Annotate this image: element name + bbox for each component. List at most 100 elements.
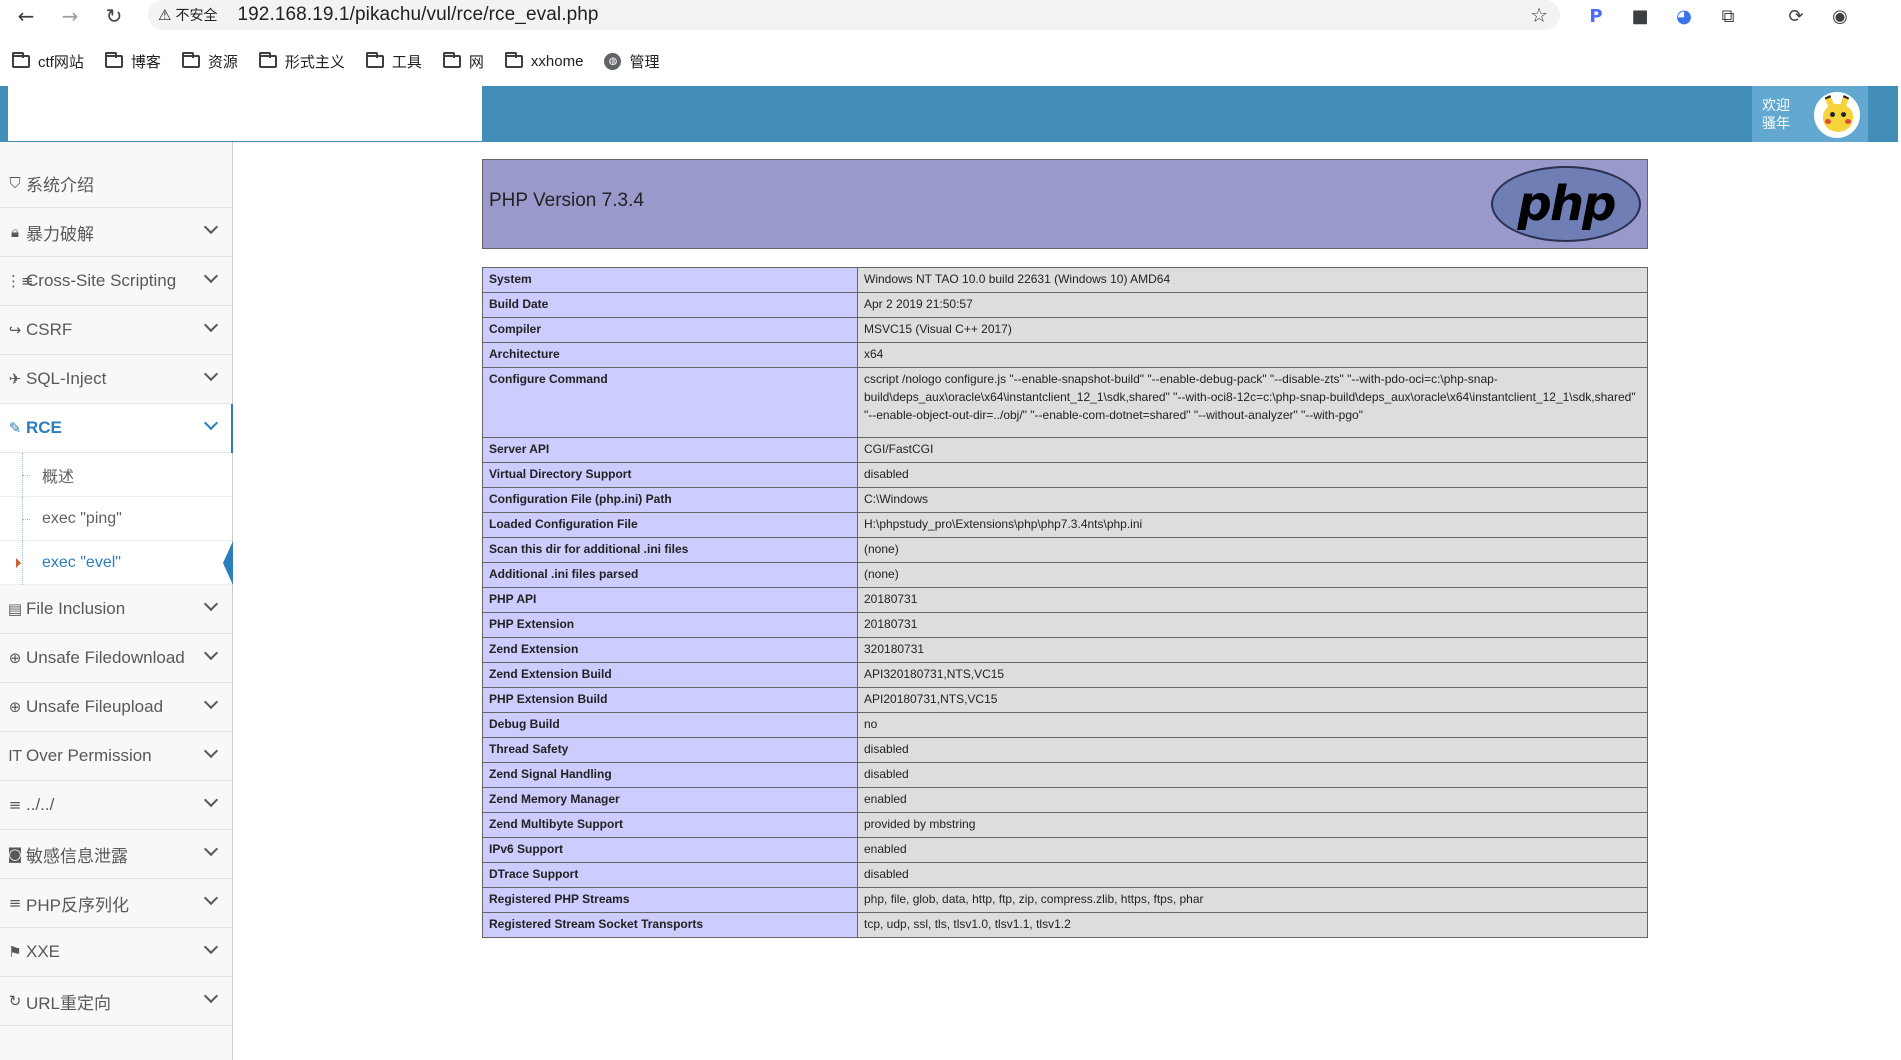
upload-icon: ⊕ xyxy=(8,698,22,716)
extension-game-icon[interactable]: ■ xyxy=(1628,4,1652,28)
table-row: Zend Extension 320180731 xyxy=(482,637,1648,663)
sidebar-item-label: Cross-Site Scripting xyxy=(26,271,177,290)
bookmark-label: 管理 xyxy=(629,53,660,71)
sidebar-item-csrf[interactable]: ↪ CSRF xyxy=(0,306,232,355)
avatar[interactable] xyxy=(1814,92,1860,138)
row-key: Configure Command xyxy=(482,367,858,438)
sidebar-item-filedownload[interactable]: ⊕ Unsafe Filedownload xyxy=(0,634,232,683)
table-row: Virtual Directory Support disabled xyxy=(482,462,1648,488)
share-icon: ↪ xyxy=(8,321,22,339)
bookmark-folder[interactable]: 工具 xyxy=(365,51,422,72)
sidebar-item-label: PHP反序列化 xyxy=(26,895,129,915)
url-text[interactable]: 192.168.19.1/pikachu/vul/rce/rce_eval.ph… xyxy=(237,4,598,26)
chevron-down-icon xyxy=(203,792,219,808)
extension-p-icon[interactable]: P xyxy=(1584,4,1608,28)
row-value: disabled xyxy=(857,862,1648,888)
sidebar-subitem-label: 概述 xyxy=(42,468,75,486)
sidebar-subitem-exec-ping[interactable]: exec "ping" xyxy=(0,497,232,541)
row-key: Server API xyxy=(482,437,858,463)
bookmark-folder[interactable]: 形式主义 xyxy=(258,51,345,72)
sidebar-item-sqli[interactable]: ✈ SQL-Inject xyxy=(0,355,232,404)
row-key: Additional .ini files parsed xyxy=(482,562,858,588)
row-key: PHP API xyxy=(482,587,858,613)
reload-icon[interactable]: ↻ xyxy=(100,2,128,30)
folder-icon xyxy=(504,51,523,68)
address-bar[interactable]: ⚠ 不安全 192.168.19.1/pikachu/vul/rce/rce_e… xyxy=(148,0,1560,30)
table-row: Scan this dir for additional .ini files(… xyxy=(482,537,1648,563)
row-value: H:\phpstudy_pro\Extensions\php\php7.3.4n… xyxy=(857,512,1648,538)
table-row: System Windows NT TAO 10.0 build 22631 (W… xyxy=(482,267,1648,293)
row-key: Architecture xyxy=(482,342,858,368)
row-key: Debug Build xyxy=(482,712,858,738)
sidebar-subitem-overview[interactable]: 概述 xyxy=(0,453,232,497)
sidebar-item-over-permission[interactable]: IT Over Permission xyxy=(0,732,232,781)
bookmark-link[interactable]: ◍ 管理 xyxy=(604,51,659,72)
table-row: Configure Command cscript /nologo configu… xyxy=(482,367,1648,438)
sidebar-item-xss[interactable]: ⋮≡ Cross-Site Scripting xyxy=(0,257,232,306)
chevron-down-icon xyxy=(203,890,219,906)
folder-icon xyxy=(442,51,461,68)
sidebar-subitem-exec-evel[interactable]: exec "evel" xyxy=(0,541,233,585)
sidebar-item-label: 敏感信息泄露 xyxy=(26,846,128,866)
folder-icon xyxy=(365,51,384,68)
table-row: Zend Memory Manager enabled xyxy=(482,787,1648,813)
active-pointer xyxy=(223,541,233,585)
sidebar-item-info-leak[interactable]: ◙ 敏感信息泄露 xyxy=(0,830,232,879)
sidebar-item-bruteforce[interactable]: 🔒︎ 暴力破解 xyxy=(0,208,232,257)
row-key: Build Date xyxy=(482,292,858,318)
chevron-down-icon xyxy=(203,841,219,857)
logo-area xyxy=(8,86,482,141)
bookmark-star-icon[interactable]: ☆ xyxy=(1530,3,1548,27)
forward-icon[interactable]: → xyxy=(56,2,84,30)
lock-icon: 🔒︎ xyxy=(11,223,19,241)
row-key: Loaded Configuration File xyxy=(482,512,858,538)
table-row: Server API CGI/FastCGI xyxy=(482,437,1648,463)
security-warning[interactable]: ⚠ 不安全 xyxy=(158,5,217,25)
sidebar-item-label: Unsafe Fileupload xyxy=(26,697,164,716)
phpinfo-header: PHP Version 7.3.4 php xyxy=(482,159,1648,249)
sidebar-item-url-redirect[interactable]: ↻ URL重定向 xyxy=(0,977,232,1026)
sidebar-item-intro[interactable]: ⛉ 系统介绍 xyxy=(0,159,232,208)
profile-icon[interactable]: ◉ xyxy=(1828,4,1852,28)
row-key: Registered PHP Streams xyxy=(482,887,858,913)
sidebar-item-xxe[interactable]: ⚑ XXE xyxy=(0,928,232,977)
row-value: enabled xyxy=(857,787,1648,813)
sidebar-item-label: URL重定向 xyxy=(26,993,112,1013)
sidebar-item-label: CSRF xyxy=(26,320,73,339)
browser-toolbar: ← → ↻ ⚠ 不安全 192.168.19.1/pikachu/vul/rce… xyxy=(0,0,1901,32)
table-row: Zend Extension Build API320180731,NTS,VC1… xyxy=(482,662,1648,688)
sidebar-item-partial[interactable] xyxy=(0,1026,232,1060)
sidebar-item-fileupload[interactable]: ⊕ Unsafe Fileupload xyxy=(0,683,232,732)
bookmark-folder[interactable]: 网 xyxy=(442,51,484,72)
phpinfo-table: System Windows NT TAO 10.0 build 22631 (W… xyxy=(482,267,1648,938)
extensions-puzzle-icon[interactable]: ⧉ xyxy=(1716,4,1740,28)
user-menu[interactable]: 欢迎 骚年 xyxy=(1752,86,1868,142)
php-logo[interactable]: php xyxy=(1491,166,1641,242)
bookmark-folder[interactable]: 博客 xyxy=(104,51,161,72)
row-key: Thread Safety xyxy=(482,737,858,763)
sidebar-item-file-inclusion[interactable]: ▤ File Inclusion xyxy=(0,585,232,634)
row-key: PHP Extension Build xyxy=(482,687,858,713)
list-icon: ≡ xyxy=(8,894,22,912)
sidebar-item-label: ../../ xyxy=(26,795,55,814)
bookmark-folder[interactable]: ctf网站 xyxy=(12,51,84,72)
sidebar-item-rce[interactable]: ✎ RCE xyxy=(0,404,233,453)
bookmark-folder[interactable]: 资源 xyxy=(181,51,238,72)
row-key: Zend Signal Handling xyxy=(482,762,858,788)
warning-icon: ⚠ xyxy=(158,6,172,24)
sidebar-item-label: 暴力破解 xyxy=(26,224,94,244)
sidebar-item-unserialize[interactable]: ≡ PHP反序列化 xyxy=(0,879,232,928)
row-key: Configuration File (php.ini) Path xyxy=(482,487,858,513)
sidebar-item-label: File Inclusion xyxy=(26,599,126,618)
sidebar-item-dir-traversal[interactable]: ≡ ../../ xyxy=(0,781,232,830)
back-icon[interactable]: ← xyxy=(12,2,40,30)
row-value: x64 xyxy=(857,342,1648,368)
table-row: Zend Multibyte Support provided by mbstri… xyxy=(482,812,1648,838)
table-row: Zend Signal Handling disabled xyxy=(482,762,1648,788)
download-icon: ⊕ xyxy=(8,649,22,667)
extension-translate-icon[interactable]: ◕ xyxy=(1672,4,1696,28)
tags-icon: ⛉ xyxy=(9,174,21,192)
bookmark-folder[interactable]: xxhome xyxy=(504,51,583,70)
performance-icon[interactable]: ⟳ xyxy=(1784,4,1808,28)
row-value: API20180731,NTS,VC15 xyxy=(857,687,1648,713)
